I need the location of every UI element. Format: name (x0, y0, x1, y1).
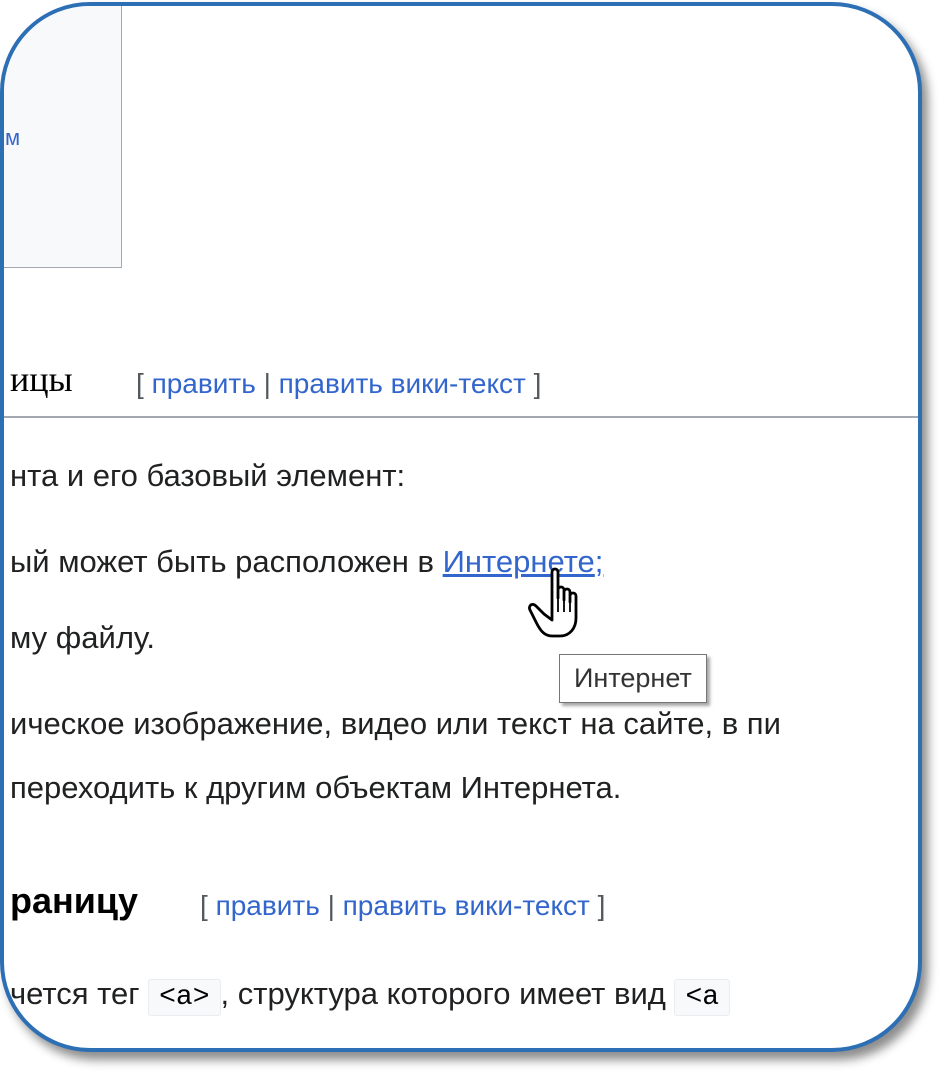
heading-divider (4, 416, 918, 418)
paragraph-line: чется тег <a>, структура которого имеет … (10, 976, 731, 1016)
edit-source-link[interactable]: править вики-текст (343, 890, 590, 921)
edit-source-link[interactable]: править вики-текст (279, 368, 526, 399)
paragraph-line: ый может быть расположен в Интернете; (10, 544, 604, 579)
infobox: ы) м (4, 6, 122, 268)
section-heading: ицы (10, 359, 73, 399)
code-tag: <a (674, 979, 731, 1016)
screenshot-frame: ы) м ицы [ править | править вики-текст … (0, 2, 922, 1052)
paragraph-line: му файлу. (10, 620, 155, 655)
edit-link[interactable]: править (216, 890, 320, 921)
section-edit-links: [ править | править вики-текст ] (200, 890, 606, 921)
infobox-link-fragment[interactable]: м (5, 125, 20, 151)
hand-pointer-icon (528, 567, 578, 638)
section-heading: раницу (10, 880, 139, 921)
code-tag: <a> (148, 979, 221, 1016)
paragraph-line: ическое изображение, видео или текст на … (10, 706, 781, 741)
infobox-text-fragment: ы) (5, 13, 29, 38)
edit-link[interactable]: править (152, 368, 256, 399)
link-tooltip: Интернет (559, 654, 707, 703)
paragraph-line: нта и его базовый элемент: (10, 458, 406, 493)
section-edit-links: [ править | править вики-текст ] (136, 368, 542, 399)
paragraph-line: переходить к другим объектам Интернета. (10, 770, 622, 805)
